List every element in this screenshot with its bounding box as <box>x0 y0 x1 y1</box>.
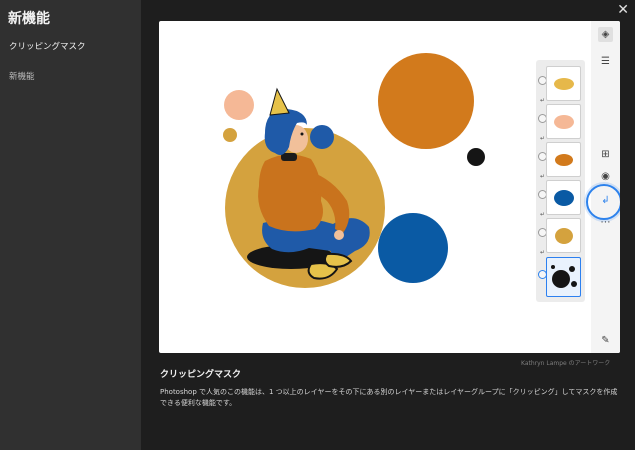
layer-thumbnail[interactable] <box>546 142 581 177</box>
layers-panel: ↵ ↵ ↵ ↵ ↵ <box>536 60 585 302</box>
layer-thumbnail[interactable] <box>546 66 581 101</box>
layer-thumbnail[interactable] <box>546 218 581 253</box>
layers-icon[interactable]: ◈ <box>598 27 613 42</box>
preview-card: ↵ ↵ ↵ ↵ ↵ ◈ ☰ ⊞ ◉ ↲ ⋯ ✎ <box>159 21 620 353</box>
artwork-credit: Kathryn Lampe のアートワーク <box>521 360 611 367</box>
peach-dot <box>224 90 254 120</box>
clip-mask-highlight-ring <box>586 184 620 220</box>
mustard-dot <box>223 128 237 142</box>
section-description: Photoshop で人気のこの機能は、1 つ以上のレイヤーをその下にある別のレ… <box>160 388 618 407</box>
section-heading: クリッピングマスク <box>160 370 242 380</box>
clip-arrow-icon: ↵ <box>540 249 546 256</box>
add-layer-icon[interactable]: ⊞ <box>598 147 613 162</box>
blue-circle <box>378 213 448 283</box>
artwork-illustration <box>223 53 485 288</box>
layer-thumbnail[interactable] <box>546 180 581 215</box>
layer-thumbnail-selected[interactable] <box>546 257 581 297</box>
sidebar: 新機能 クリッピングマスク 新機能 <box>0 0 141 450</box>
clip-arrow-icon: ↵ <box>540 173 546 180</box>
clip-arrow-icon: ↵ <box>540 97 546 104</box>
black-dot <box>467 148 485 166</box>
close-icon[interactable]: ✕ <box>617 3 629 17</box>
orange-circle <box>378 53 474 149</box>
sidebar-title: 新機能 <box>8 11 50 27</box>
brush-icon[interactable]: ✎ <box>598 333 613 348</box>
layer-thumbnail[interactable] <box>546 104 581 139</box>
clip-arrow-icon: ↵ <box>540 211 546 218</box>
visibility-icon[interactable]: ◉ <box>598 169 613 184</box>
clip-arrow-icon: ↵ <box>540 135 546 142</box>
adjustments-icon[interactable]: ☰ <box>598 54 613 69</box>
sidebar-item-clipping-mask[interactable]: クリッピングマスク <box>9 40 86 52</box>
sidebar-item-new-features[interactable]: 新機能 <box>9 70 35 82</box>
